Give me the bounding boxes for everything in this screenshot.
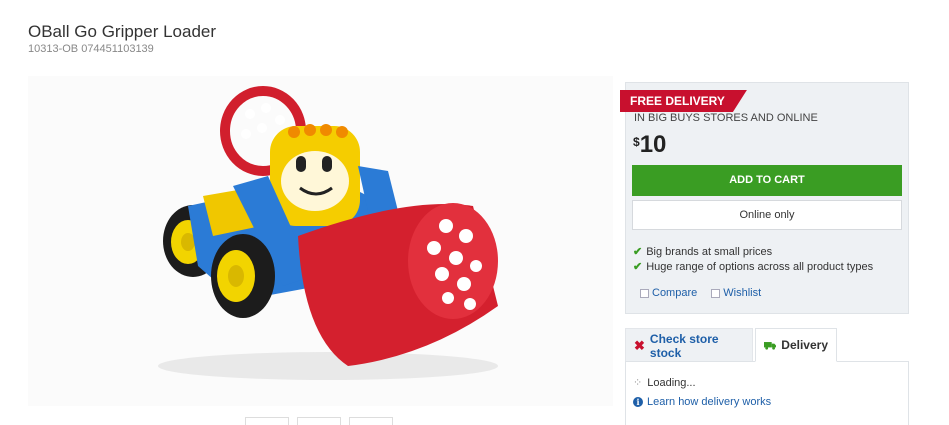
checkbox-icon xyxy=(711,288,721,298)
thumbnail-2[interactable] xyxy=(297,417,341,425)
tab-label: Delivery xyxy=(781,338,828,352)
spinner-icon: ⁘ xyxy=(633,377,643,389)
tab-check-store-stock[interactable]: ✖ Check store stock xyxy=(625,328,753,362)
close-icon: ✖ xyxy=(634,337,645,353)
price: $10 xyxy=(633,131,666,159)
truck-icon xyxy=(764,341,777,350)
check-icon: ✔ xyxy=(633,261,643,273)
feature-label: Big brands at small prices xyxy=(646,245,773,258)
compare-label: Compare xyxy=(652,287,698,299)
tab-delivery[interactable]: Delivery xyxy=(755,328,837,362)
product-sku: 10313-OB 074451103139 xyxy=(28,43,154,55)
price-amount: 10 xyxy=(639,131,667,158)
learn-delivery-link[interactable]: i Learn how delivery works xyxy=(633,396,771,408)
free-delivery-ribbon: FREE DELIVERY xyxy=(620,90,747,112)
thumbnail-strip xyxy=(245,417,393,425)
buy-box: FREE DELIVERY IN BIG BUYS STORES AND ONL… xyxy=(625,82,909,314)
compare-wishlist-row: Compare Wishlist xyxy=(640,287,761,299)
feature-item: ✔ Huge range of options across all produ… xyxy=(633,260,874,274)
check-icon: ✔ xyxy=(633,246,643,258)
loading-indicator: ⁘ Loading... xyxy=(633,376,696,390)
loading-text: Loading... xyxy=(647,376,696,389)
thumbnail-1[interactable] xyxy=(245,417,289,425)
wishlist-checkbox[interactable]: Wishlist xyxy=(711,287,761,299)
compare-checkbox[interactable]: Compare xyxy=(640,287,697,299)
product-image[interactable] xyxy=(28,76,613,406)
tab-label: Check store stock xyxy=(649,331,719,360)
feature-label: Huge range of options across all product… xyxy=(646,260,874,273)
availability-text: IN BIG BUYS STORES AND ONLINE xyxy=(634,112,818,124)
delivery-panel: ⁘ Loading... i Learn how delivery works xyxy=(625,361,909,425)
product-title: OBall Go Gripper Loader xyxy=(28,22,217,41)
feature-item: ✔ Big brands at small prices xyxy=(633,245,773,259)
online-only-button[interactable]: Online only xyxy=(632,200,902,230)
front-wheel xyxy=(211,234,275,318)
availability-tabs: ✖ Check store stock Delivery xyxy=(625,328,909,362)
checkbox-icon xyxy=(640,288,649,298)
learn-delivery-label: Learn how delivery works xyxy=(647,396,772,408)
add-to-cart-button[interactable]: ADD TO CART xyxy=(632,165,902,196)
wishlist-label: Wishlist xyxy=(723,287,762,299)
price-currency: $ xyxy=(633,135,640,149)
thumbnail-3[interactable] xyxy=(349,417,393,425)
info-icon: i xyxy=(633,397,643,407)
